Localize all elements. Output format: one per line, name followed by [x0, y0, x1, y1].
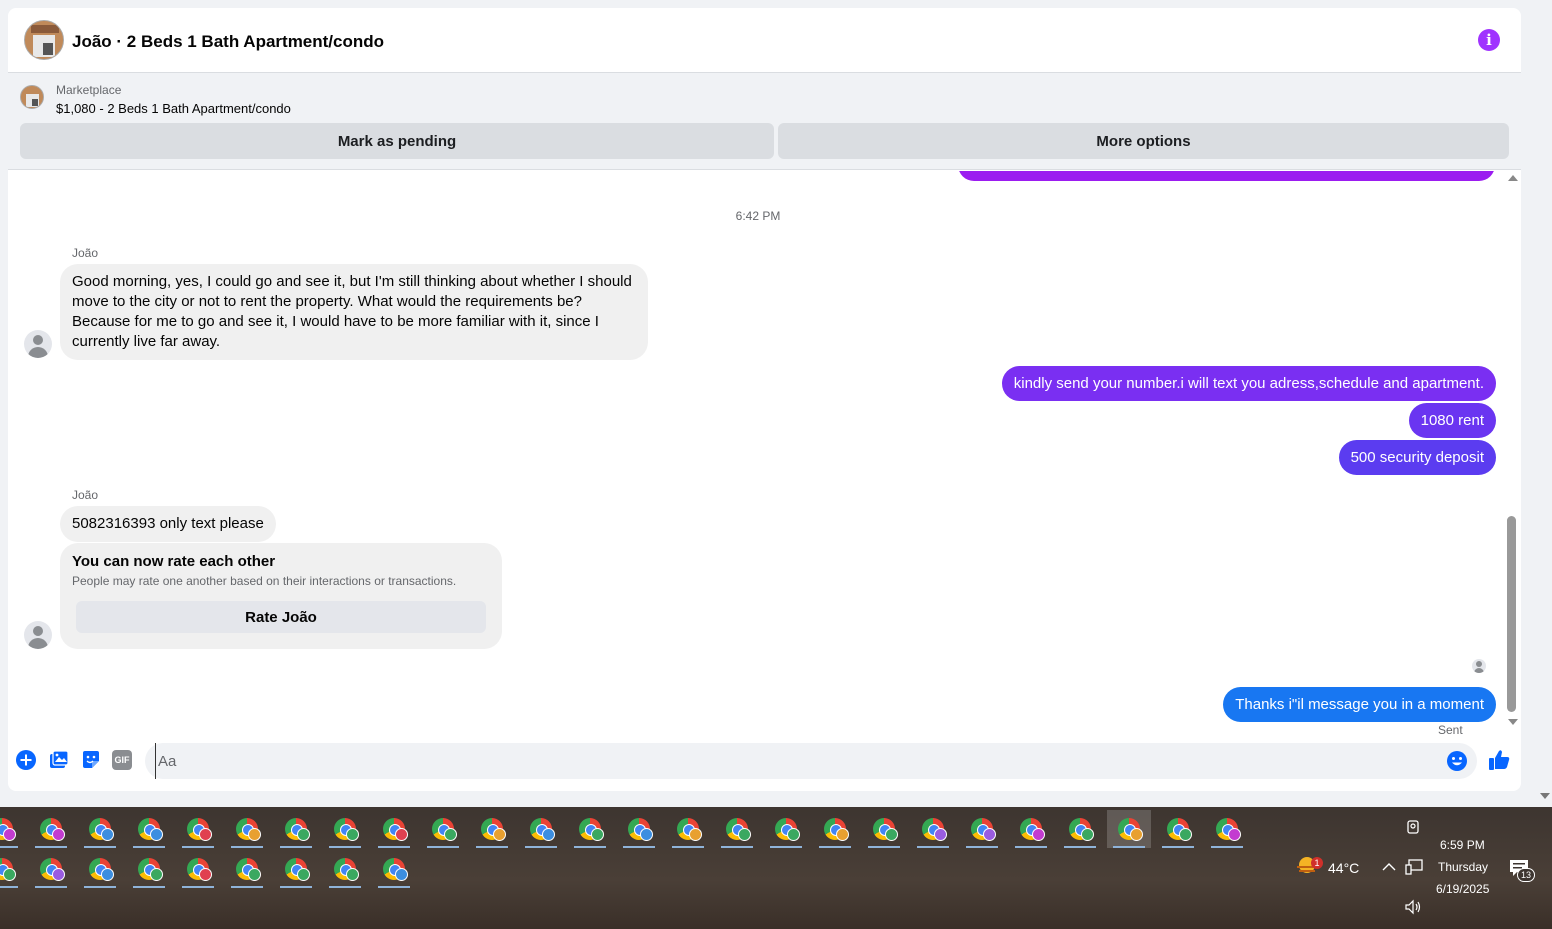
sender-name: João — [72, 246, 99, 260]
message-input-wrapper — [145, 743, 1477, 779]
plus-icon[interactable] — [16, 750, 36, 770]
taskbar-chrome-profile-icon[interactable] — [519, 810, 563, 848]
windows-taskbar: 1 44°C 6:59 PM Thursday 6/19/2025 13 — [0, 807, 1552, 929]
taskbar-chrome-profile-icon[interactable] — [323, 850, 367, 888]
taskbar-chrome-profile-icon[interactable] — [0, 810, 24, 848]
marketplace-banner: Marketplace $1,080 - 2 Beds 1 Bath Apart… — [8, 73, 1521, 170]
taskbar-chrome-profile-icon[interactable] — [372, 850, 416, 888]
contact-avatar-icon — [24, 621, 52, 649]
taskbar-chrome-profile-icon[interactable] — [1009, 810, 1053, 848]
info-icon[interactable]: i — [1478, 29, 1500, 51]
marketplace-label: Marketplace — [56, 83, 122, 97]
outgoing-message[interactable]: kindly send your number.i will text you … — [1001, 366, 1496, 401]
contact-avatar[interactable] — [24, 20, 64, 60]
thread-scrollbar[interactable] — [1504, 171, 1521, 736]
taskbar-chrome-profile-icon[interactable] — [127, 850, 171, 888]
message-thread[interactable]: 6:42 PM João Good morning, yes, I could … — [8, 171, 1508, 736]
conversation-title[interactable]: João · 2 Beds 1 Bath Apartment/condo — [72, 32, 384, 52]
listing-title[interactable]: $1,080 - 2 Beds 1 Bath Apartment/condo — [56, 101, 291, 116]
clock-day[interactable]: Thursday — [1438, 860, 1488, 874]
rate-card-subtitle: People may rate one another based on the… — [72, 574, 457, 588]
weather-badge: 1 — [1311, 857, 1323, 869]
sticker-icon[interactable] — [81, 750, 101, 770]
taskbar-chrome-profile-icon[interactable] — [1205, 810, 1249, 848]
outgoing-message[interactable]: 1080 rent — [1408, 403, 1496, 438]
taskbar-chrome-profile-icon[interactable] — [862, 810, 906, 848]
taskbar-chrome-profile-icon[interactable] — [29, 850, 73, 888]
meet-now-icon[interactable] — [1405, 819, 1421, 835]
gif-icon[interactable]: GIF — [112, 750, 132, 770]
taskbar-chrome-profile-icon[interactable] — [1156, 810, 1200, 848]
more-options-button[interactable]: More options — [778, 123, 1509, 159]
messenger-window: João · 2 Beds 1 Bath Apartment/condo i M… — [8, 8, 1521, 791]
page-scroll-down-arrow-icon[interactable] — [1540, 793, 1550, 799]
taskbar-chrome-profile-icon[interactable] — [813, 810, 857, 848]
thumbs-up-icon[interactable] — [1487, 748, 1511, 772]
message-input[interactable] — [155, 743, 1435, 779]
taskbar-chrome-profile-icon[interactable] — [911, 810, 955, 848]
read-receipt-avatar-icon — [1472, 659, 1486, 673]
contact-avatar-icon — [24, 330, 52, 358]
taskbar-chrome-profile-icon[interactable] — [127, 810, 171, 848]
scroll-up-arrow-icon[interactable] — [1508, 175, 1518, 181]
taskbar-chrome-profile-icon[interactable] — [29, 810, 73, 848]
volume-icon[interactable] — [1405, 899, 1423, 915]
taskbar-chrome-profile-icon[interactable] — [470, 810, 514, 848]
scroll-thumb[interactable] — [1507, 516, 1516, 712]
taskbar-chrome-profile-icon[interactable] — [421, 810, 465, 848]
network-icon[interactable] — [1405, 859, 1423, 875]
taskbar-chrome-profile-icon[interactable] — [372, 810, 416, 848]
rate-each-other-card: You can now rate each other People may r… — [60, 543, 502, 649]
clock-date[interactable]: 6/19/2025 — [1436, 882, 1489, 896]
taskbar-chrome-profile-icon[interactable] — [225, 810, 269, 848]
temperature[interactable]: 44°C — [1328, 860, 1359, 876]
taskbar-chrome-profile-icon[interactable] — [274, 810, 318, 848]
outgoing-message[interactable]: 500 security deposit — [1338, 440, 1496, 475]
taskbar-chrome-profile-icon[interactable] — [764, 810, 808, 848]
notifications-count: 13 — [1517, 868, 1535, 882]
taskbar-chrome-profile-icon[interactable] — [323, 810, 367, 848]
taskbar-chrome-profile-icon[interactable] — [617, 810, 661, 848]
taskbar-chrome-profile-icon[interactable] — [78, 810, 122, 848]
taskbar-chrome-profile-icon[interactable] — [960, 810, 1004, 848]
rate-contact-button[interactable]: Rate João — [76, 601, 486, 633]
taskbar-chrome-profile-icon[interactable] — [666, 810, 710, 848]
sent-status: Sent — [1438, 723, 1463, 736]
taskbar-chrome-profile-icon[interactable] — [78, 850, 122, 888]
scroll-down-arrow-icon[interactable] — [1508, 719, 1518, 725]
taskbar-chrome-profile-icon[interactable] — [715, 810, 759, 848]
incoming-message[interactable]: Good morning, yes, I could go and see it… — [60, 264, 648, 360]
image-icon[interactable] — [49, 750, 69, 770]
taskbar-chrome-profile-icon[interactable] — [176, 810, 220, 848]
taskbar-chrome-profile-icon[interactable] — [1107, 810, 1151, 848]
message-timestamp: 6:42 PM — [735, 209, 781, 223]
clock-time[interactable]: 6:59 PM — [1440, 838, 1485, 852]
taskbar-chrome-profile-icon[interactable] — [176, 850, 220, 888]
message-composer: GIF — [8, 736, 1521, 791]
taskbar-chrome-profile-icon[interactable] — [0, 850, 24, 888]
previous-outgoing-bubble — [958, 171, 1495, 181]
conversation-header: João · 2 Beds 1 Bath Apartment/condo i — [8, 8, 1521, 73]
listing-thumbnail[interactable] — [20, 85, 44, 109]
chevron-up-icon[interactable] — [1382, 862, 1396, 872]
taskbar-chrome-profile-icon[interactable] — [274, 850, 318, 888]
taskbar-chrome-profile-icon[interactable] — [225, 850, 269, 888]
taskbar-chrome-profile-icon[interactable] — [568, 810, 612, 848]
sender-name: João — [72, 488, 99, 502]
incoming-message[interactable]: 5082316393 only text please — [60, 506, 276, 542]
outgoing-message[interactable]: Thanks i"il message you in a moment — [1223, 687, 1496, 722]
rate-card-title: You can now rate each other — [72, 553, 276, 570]
mark-as-pending-button[interactable]: Mark as pending — [20, 123, 774, 159]
taskbar-chrome-profile-icon[interactable] — [1058, 810, 1102, 848]
emoji-icon[interactable] — [1447, 751, 1467, 771]
